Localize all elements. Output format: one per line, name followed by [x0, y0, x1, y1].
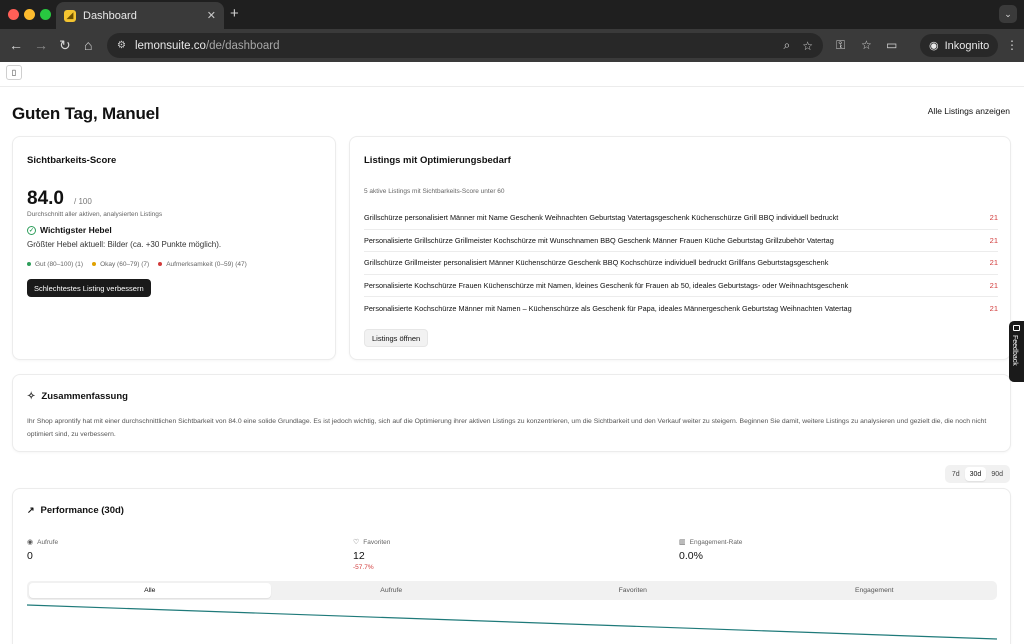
summary-text: Ihr Shop aprontify hat mit einer durchsc…	[27, 418, 987, 438]
listing-name: Personalisierte Kochschürze Männer mit N…	[364, 304, 852, 314]
new-tab-button[interactable]: +	[230, 5, 239, 22]
visibility-score-card: Sichtbarkeits-Score 84.0 / 100 Durchschn…	[12, 136, 336, 360]
heart-icon: ♡	[353, 539, 360, 546]
summary-card: ✧ Zusammenfassung Ihr Shop aprontify hat…	[12, 374, 1011, 452]
metric-value: 12	[353, 550, 365, 562]
list-item[interactable]: Personalisierte Kochschürze Frauen Küche…	[364, 275, 998, 298]
check-circle-icon: ✓	[27, 225, 36, 235]
reading-mode-icon[interactable]: ▭	[886, 38, 897, 52]
range-option-30d[interactable]: 30d	[964, 467, 987, 481]
forward-icon[interactable]: →	[34, 37, 48, 53]
listing-score: 21	[989, 281, 998, 291]
dashboard-page: ▯ Guten Tag, Manuel Alle Listings anzeig…	[0, 62, 1024, 644]
all-listings-link[interactable]: Alle Listings anzeigen	[928, 106, 1010, 116]
range-option-7d[interactable]: 7d	[947, 467, 965, 481]
sidebar-toggle-icon[interactable]: ▯	[6, 65, 22, 80]
incognito-profile-button[interactable]: ◉ Inkognito	[920, 34, 999, 57]
legend-item-good: Gut (80–100) (1)	[27, 261, 83, 268]
sparkles-icon: ✧	[27, 391, 36, 402]
listings-card-title: Listings mit Optimierungsbedarf	[364, 155, 511, 166]
score-subtitle: Durchschnitt aller aktiven, analysierten…	[27, 211, 163, 218]
browser-tab-bar: ◢ Dashboard ✕ + ⌄	[0, 0, 1024, 29]
open-listings-button[interactable]: Listings öffnen	[364, 329, 429, 347]
tab-favorites[interactable]: Favoriten	[512, 583, 754, 598]
browser-menu-icon[interactable]: ⋮	[1006, 38, 1018, 52]
improve-worst-listing-button[interactable]: Schlechtestes Listing verbessern	[27, 279, 151, 297]
site-info-icon[interactable]: ⚙	[117, 40, 126, 51]
bookmark-star-icon[interactable]: ☆	[802, 39, 813, 53]
lemon-favicon-icon: ◢	[64, 9, 76, 22]
tab-title: Dashboard	[83, 9, 137, 22]
bar-chart-icon: ▥	[679, 539, 686, 546]
listing-score: 21	[989, 258, 998, 268]
legend-dot-attention	[158, 262, 163, 267]
list-item[interactable]: Grillschürze Grillmeister personalisiert…	[364, 252, 998, 275]
listing-name: Personalisierte Kochschürze Frauen Küche…	[364, 281, 849, 291]
time-range-toggle: 7d 30d 90d	[944, 465, 1010, 483]
listing-score: 21	[989, 304, 998, 314]
score-value: 84.0	[27, 188, 64, 209]
back-icon[interactable]: ←	[9, 37, 23, 53]
browser-tab-dashboard[interactable]: ◢ Dashboard ✕	[56, 2, 224, 29]
tab-all[interactable]: Alle	[29, 583, 271, 598]
score-card-title: Sichtbarkeits-Score	[27, 155, 117, 166]
browser-toolbar: ← → ↻ ⌂ ⚙ lemonsuite.co/de/dashboard ⌕ ☆…	[0, 29, 1024, 62]
list-item[interactable]: Grillschürze personalisiert Männer mit N…	[364, 207, 998, 230]
metric-value: 0.0%	[679, 550, 703, 562]
list-item[interactable]: Personalisierte Kochschürze Männer mit N…	[364, 297, 998, 320]
window-minimize-button[interactable]	[24, 9, 35, 20]
tab-views[interactable]: Aufrufe	[271, 583, 513, 598]
metric-value: 0	[27, 550, 33, 562]
summary-heading: ✧ Zusammenfassung	[27, 391, 128, 402]
list-item[interactable]: Personalisierte Grillschürze Grillmeiste…	[364, 230, 998, 253]
eye-icon: ◉	[27, 539, 34, 546]
address-bar[interactable]: ⚙ lemonsuite.co/de/dashboard ⌕ ☆	[107, 33, 823, 58]
message-icon	[1013, 325, 1020, 331]
url-text: lemonsuite.co/de/dashboard	[134, 39, 280, 52]
performance-heading: ↗ Performance (30d)	[27, 505, 124, 516]
zoom-icon[interactable]: ⌕	[784, 38, 791, 53]
listings-subtitle: 5 aktive Listings mit Sichtbarkeits-Scor…	[364, 188, 505, 195]
legend-dot-okay	[92, 262, 97, 267]
incognito-icon: ◉	[929, 40, 939, 52]
listing-name: Grillschürze Grillmeister personalisiert…	[364, 258, 829, 268]
performance-card: ↗ Performance (30d) ◉ Aufrufe 0 ♡ Favorite…	[12, 488, 1011, 644]
tab-close-icon[interactable]: ✕	[207, 9, 216, 22]
reload-icon[interactable]: ↻	[59, 37, 71, 53]
listing-score: 21	[989, 213, 998, 223]
lever-heading: ✓ Wichtigster Hebel	[27, 225, 112, 235]
header-divider	[0, 86, 1024, 87]
tab-engagement[interactable]: Engagement	[754, 583, 996, 598]
home-icon[interactable]: ⌂	[84, 37, 92, 53]
legend-item-okay: Okay (60–79) (7)	[92, 261, 149, 268]
lever-text: Größter Hebel aktuell: Bilder (ca. +30 P…	[27, 240, 222, 249]
metric-engagement: ▥ Engagement-Rate 0.0%	[679, 538, 743, 563]
listing-score: 21	[989, 235, 998, 245]
score-max: / 100	[74, 197, 92, 206]
metric-delta: -57.7%	[353, 564, 374, 571]
password-key-icon[interactable]: ⚿	[836, 38, 845, 53]
performance-tabs: Alle Aufrufe Favoriten Engagement	[27, 581, 997, 600]
tab-search-button[interactable]: ⌄	[999, 5, 1017, 23]
listing-name: Grillschürze personalisiert Männer mit N…	[364, 213, 839, 223]
metric-views: ◉ Aufrufe 0	[27, 538, 59, 563]
feedback-tab[interactable]: Feedback	[1009, 321, 1024, 382]
metric-favorites: ♡ Favoriten 12 -57.7%	[353, 538, 391, 572]
trending-up-icon: ↗	[27, 505, 35, 515]
window-close-button[interactable]	[8, 9, 19, 20]
legend-dot-good	[27, 262, 31, 267]
performance-chart	[27, 604, 997, 640]
listing-list: Grillschürze personalisiert Männer mit N…	[364, 207, 998, 320]
legend-item-attention: Aufmerksamkeit (0–59) (47)	[158, 261, 247, 268]
listings-optimization-card: Listings mit Optimierungsbedarf 5 aktive…	[349, 136, 1011, 360]
extensions-icon[interactable]: ☆	[861, 38, 872, 52]
performance-trend-line	[27, 604, 997, 640]
score-legend: Gut (80–100) (1) Okay (60–79) (7) Aufmer…	[27, 261, 247, 268]
page-title: Guten Tag, Manuel	[12, 104, 160, 123]
listing-name: Personalisierte Grillschürze Grillmeiste…	[364, 235, 834, 245]
range-option-90d[interactable]: 90d	[986, 467, 1008, 481]
window-maximize-button[interactable]	[40, 9, 51, 20]
